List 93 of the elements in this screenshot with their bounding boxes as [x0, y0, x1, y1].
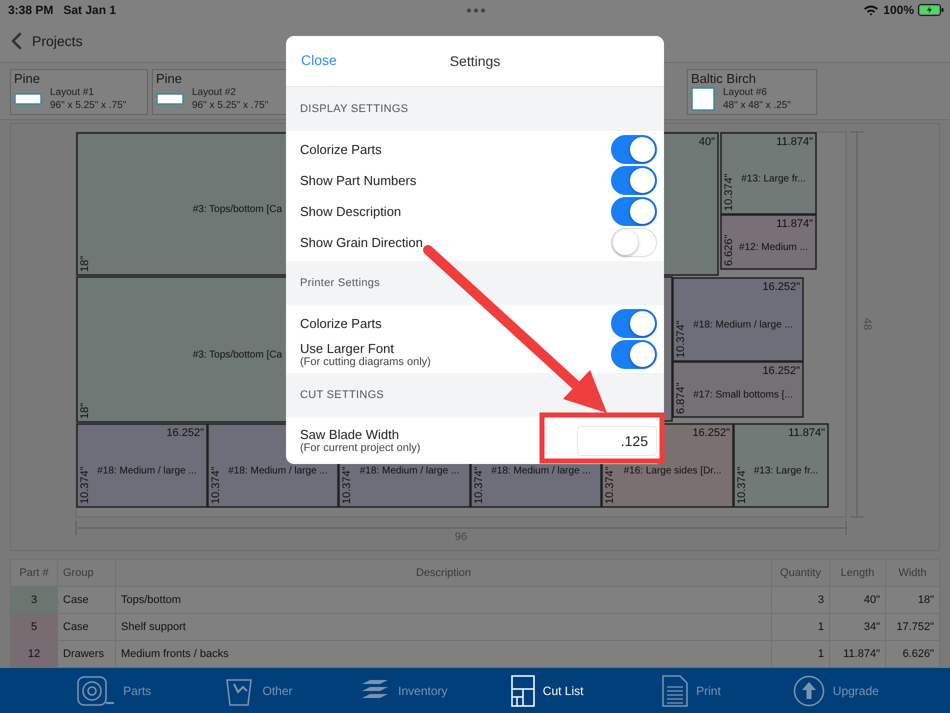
- table-cell: 3: [10, 586, 58, 614]
- width-label: 16.252": [166, 427, 204, 439]
- setting-label: Show Part Numbers: [300, 173, 416, 188]
- tab[interactable]: Upgrade: [764, 668, 908, 713]
- table-cell: 3: [772, 586, 830, 614]
- setting-label: Saw Blade Width: [300, 427, 400, 442]
- tab[interactable]: Print: [619, 668, 764, 713]
- height-label: 18": [79, 256, 91, 272]
- height-label: 10.374": [723, 173, 735, 211]
- back-chevron-icon: [10, 32, 22, 50]
- column-header: Quantity: [772, 560, 830, 586]
- table-cell: 34": [830, 614, 886, 640]
- input-field[interactable]: .125: [577, 426, 657, 456]
- table-cell: 40": [830, 586, 886, 614]
- table-cell: 5: [10, 614, 58, 640]
- part-label: #13: Large fr...: [741, 174, 806, 184]
- width-label: 11.874": [776, 136, 813, 148]
- setting-note: (For current project only): [300, 442, 420, 454]
- part-label: #18: Medium / large ...: [97, 466, 197, 476]
- table-cell: Case: [58, 614, 116, 640]
- table-cell: Shelf support: [116, 614, 772, 640]
- toggle-switch[interactable]: [611, 340, 657, 369]
- part-label: #18: Medium / large ...: [228, 466, 328, 476]
- wifi-icon: [863, 4, 880, 16]
- part-label: #18: Medium / large ...: [491, 466, 591, 476]
- setting-label: Use Larger Font: [300, 341, 395, 356]
- setting-label: Show Description: [300, 204, 402, 219]
- setting-label: Show Grain Direction: [300, 235, 423, 250]
- board-icon: [14, 93, 42, 105]
- column-header: Width: [886, 560, 940, 586]
- section-title: CUT SETTINGS: [300, 389, 384, 401]
- back-button[interactable]: Projects: [10, 32, 83, 50]
- more-dots-icon[interactable]: [466, 8, 486, 12]
- column-header: Group: [58, 560, 116, 586]
- part-label: #17: Small bottoms [...: [693, 390, 793, 400]
- table-cell: 1: [772, 614, 830, 640]
- status-time: 3:38 PM: [8, 3, 54, 17]
- width-label: 11.874": [788, 427, 825, 439]
- height-label: 10.374": [210, 466, 222, 504]
- height-label: 6.626": [723, 234, 735, 266]
- setting-label: Colorize Parts: [300, 142, 382, 157]
- dialog-title: Settings: [450, 53, 500, 69]
- toggle-switch[interactable]: [611, 135, 657, 164]
- column-header: Part #: [10, 560, 58, 586]
- part-label: #13: Large fr...: [754, 466, 818, 476]
- table-cell: Tops/bottom: [116, 586, 772, 614]
- height-label: 10.374": [736, 466, 748, 504]
- column-header: Length: [830, 560, 886, 586]
- tab[interactable]: Cut List: [474, 668, 620, 713]
- tab[interactable]: Parts: [42, 668, 186, 713]
- part-label: #18: Medium / large ...: [360, 466, 460, 476]
- tape-measure-icon: [77, 676, 116, 706]
- height-label: 10.374": [341, 466, 353, 504]
- setting-note: (For cutting diagrams only): [300, 356, 431, 368]
- width-label: 16.252": [692, 427, 730, 439]
- table-cell: Case: [58, 586, 116, 614]
- part-label: #16: Large sides [Dr...: [624, 466, 722, 476]
- table-cell: 12: [10, 640, 58, 668]
- table-cell: 18": [886, 586, 940, 614]
- height-label: 10.374": [473, 466, 485, 504]
- battery-percent: 100%: [883, 3, 914, 17]
- tab[interactable]: Other: [186, 668, 331, 713]
- document-icon: [662, 674, 688, 706]
- part-label: #3: Tops/bottom [Ca: [192, 350, 282, 360]
- table-cell: 17.752": [886, 614, 940, 640]
- toggle-switch[interactable]: [611, 197, 657, 226]
- status-date: Sat Jan 1: [63, 3, 116, 17]
- section-title: Printer Settings: [300, 277, 380, 289]
- height-label: 10.374": [604, 466, 616, 504]
- toggle-switch[interactable]: [611, 166, 657, 195]
- setting-label: Colorize Parts: [300, 316, 382, 331]
- layout-tab[interactable]: Baltic Birch Layout #6 48" x 48" x .25": [687, 69, 817, 115]
- width-label: 11.874": [776, 218, 813, 230]
- tab[interactable]: Inventory: [330, 668, 475, 713]
- width-label: 16.252": [762, 281, 800, 293]
- height-label: 18": [79, 402, 91, 419]
- toggle-switch[interactable]: [611, 309, 657, 338]
- width-label: 16.252": [762, 365, 800, 377]
- cut-layout-icon: [510, 674, 535, 706]
- part-label: #3: Tops/bottom [Ca: [192, 204, 282, 215]
- part-label: #18: Medium / large ...: [693, 320, 793, 330]
- part-label: #12: Medium ...: [739, 242, 808, 253]
- board-icon: [156, 93, 184, 105]
- height-label: 6.874": [675, 382, 687, 414]
- section-title: DISPLAY SETTINGS: [300, 103, 408, 115]
- height-label: 10.374": [675, 320, 687, 358]
- height-label: 10.374": [79, 466, 91, 504]
- battery-icon: [918, 4, 944, 16]
- board-icon: [691, 87, 715, 111]
- close-button[interactable]: Close: [301, 52, 337, 68]
- column-header: Description: [116, 560, 772, 586]
- layout-tab[interactable]: Pine Layout #1 96" x 5.25" x .75": [10, 69, 148, 115]
- width-label: 40": [698, 136, 715, 148]
